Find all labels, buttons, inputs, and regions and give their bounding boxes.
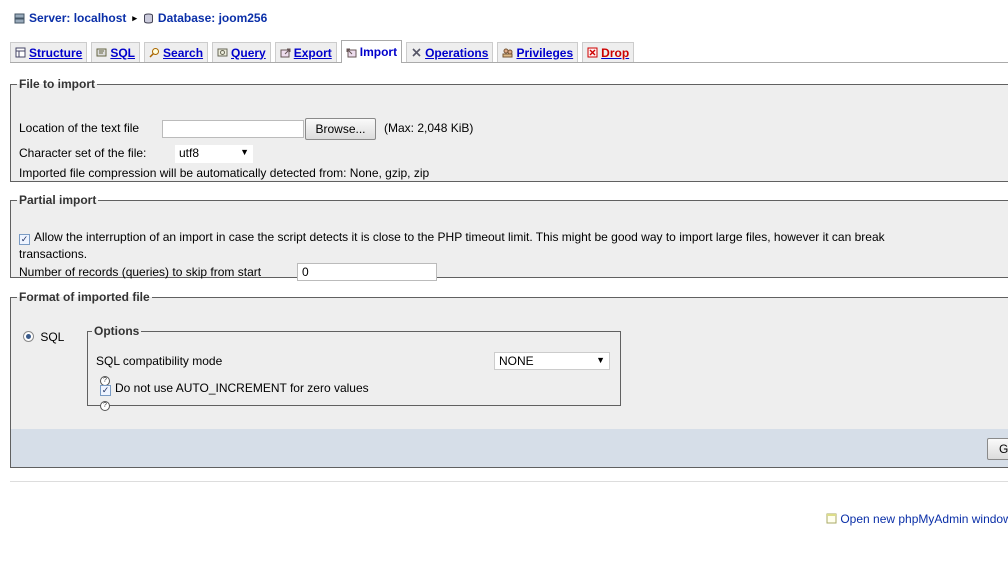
allow-interrupt-row: ✓ Allow the interruption of an import in …: [19, 230, 885, 245]
privileges-icon: [502, 48, 513, 58]
charset-value: utf8: [179, 146, 200, 160]
max-size-text: (Max: 2,048 KiB): [384, 121, 474, 135]
compat-mode-label: SQL compatibility mode: [96, 354, 223, 368]
tab-export[interactable]: Export: [274, 42, 337, 62]
breadcrumb-separator: ▸: [132, 12, 137, 23]
allow-interrupt-label: Allow the interruption of an import in c…: [34, 230, 885, 244]
sql-format-option[interactable]: SQL: [23, 330, 64, 344]
file-import-legend: File to import: [19, 77, 95, 91]
drop-icon: [587, 47, 598, 58]
no-auto-increment-row: ✓ Do not use AUTO_INCREMENT for zero valu…: [100, 381, 369, 396]
tab-privileges[interactable]: Privileges: [497, 42, 579, 62]
skip-records-input[interactable]: 0: [297, 263, 437, 281]
no-auto-increment-checkbox[interactable]: ✓: [100, 385, 111, 396]
compat-mode-value: NONE: [499, 354, 534, 368]
compression-note: Imported file compression will be automa…: [19, 166, 430, 180]
export-icon: [280, 48, 291, 58]
no-auto-increment-label: Do not use AUTO_INCREMENT for zero value…: [115, 381, 369, 395]
structure-icon: [15, 47, 26, 58]
tab-operations[interactable]: Operations: [406, 42, 494, 62]
server-icon: [14, 13, 25, 23]
allow-interrupt-checkbox[interactable]: ✓: [19, 234, 30, 245]
skip-records-label: Number of records (queries) to skip from…: [19, 265, 262, 279]
query-icon: [217, 48, 228, 57]
sql-format-label: SQL: [40, 330, 65, 344]
chevron-down-icon: ▼: [240, 147, 249, 157]
browse-button[interactable]: Browse...: [305, 118, 376, 140]
breadcrumb: Server: localhost ▸ Database: joom256: [14, 11, 267, 25]
server-link[interactable]: Server: localhost: [29, 11, 126, 25]
file-path-field[interactable]: [162, 120, 304, 138]
format-legend: Format of imported file: [19, 290, 150, 304]
database-icon: [143, 13, 153, 23]
open-new-window-label: Open new phpMyAdmin window: [840, 512, 1008, 526]
tab-structure[interactable]: Structure: [10, 42, 88, 62]
compat-mode-select[interactable]: NONE ▼: [494, 352, 610, 370]
database-link[interactable]: Database: joom256: [158, 11, 267, 25]
options-legend: Options: [94, 324, 140, 338]
import-icon: [346, 48, 357, 57]
tab-bar: Structure SQL Search Query Export Import…: [10, 40, 1008, 63]
file-location-label: Location of the text file: [19, 121, 140, 135]
auto-increment-help-icon[interactable]: ?: [100, 396, 110, 411]
open-new-window-link[interactable]: Open new phpMyAdmin window: [826, 512, 1008, 526]
charset-select[interactable]: utf8 ▼: [175, 145, 253, 163]
charset-label: Character set of the file:: [19, 146, 147, 160]
options-fieldset: Options SQL compatibility mode NONE ▼ ? …: [87, 324, 621, 411]
allow-interrupt-label-cont: transactions.: [19, 247, 88, 261]
sql-format-radio[interactable]: [23, 331, 34, 342]
tab-drop[interactable]: Drop: [582, 42, 635, 62]
new-window-icon: [826, 513, 837, 524]
operations-icon: [412, 48, 421, 57]
file-import-fieldset: File to import Location of the text file…: [10, 77, 1008, 182]
divider: [10, 481, 1008, 482]
tab-import[interactable]: Import: [340, 40, 403, 63]
sql-icon: [96, 48, 107, 57]
partial-import-legend: Partial import: [19, 193, 97, 207]
go-button[interactable]: Go: [987, 438, 1008, 460]
tab-query[interactable]: Query: [212, 42, 271, 62]
tab-search[interactable]: Search: [144, 42, 209, 62]
chevron-down-icon: ▼: [596, 355, 605, 365]
search-icon: [149, 48, 160, 58]
go-bar: Go: [10, 429, 1008, 468]
format-fieldset: Format of imported file SQL Options SQL …: [10, 290, 1008, 430]
tab-sql[interactable]: SQL: [91, 42, 141, 62]
partial-import-fieldset: Partial import ✓ Allow the interruption o…: [10, 193, 1008, 281]
